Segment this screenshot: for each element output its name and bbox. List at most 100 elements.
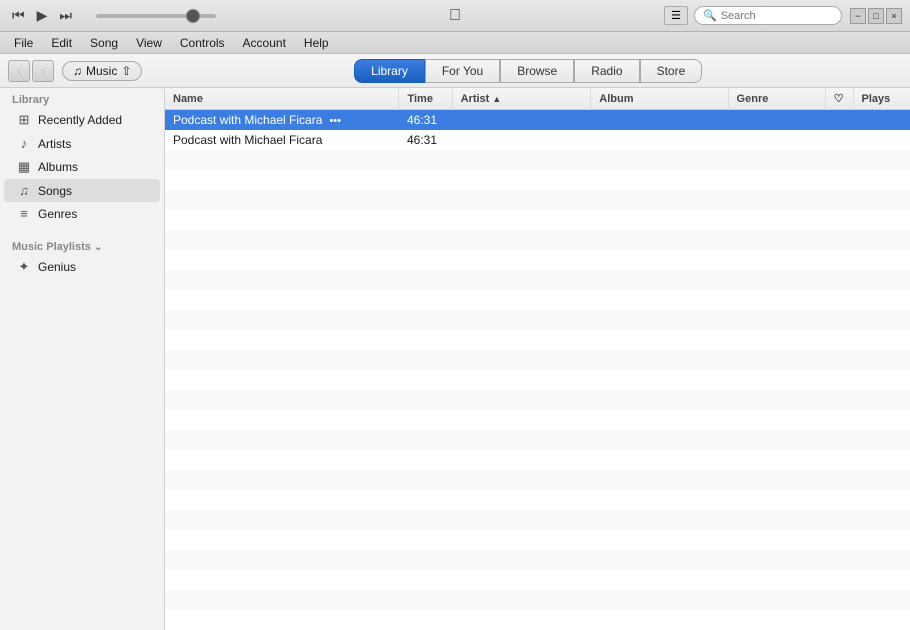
play-button[interactable]: ▶ [33,5,52,26]
tab-store[interactable]: Store [640,59,703,83]
sidebar: Library ⊞ Recently Added ♪ Artists ▦ Alb… [0,88,165,630]
menu-view[interactable]: View [128,34,170,52]
cell-album [591,110,728,130]
window-controls: − □ × [850,8,902,24]
table-row-empty [165,470,910,490]
col-header-artist[interactable]: Artist ▲ [452,88,591,110]
col-header-heart[interactable]: ♡ [825,88,853,110]
playlists-chevron: ⌄ [94,242,102,253]
title-bar-right: ☰ 🔍 [664,6,842,25]
table-row-empty [165,370,910,390]
cell-artist [452,110,591,130]
col-header-genre[interactable]: Genre [728,88,825,110]
table-row-empty [165,570,910,590]
table-row-empty [165,330,910,350]
restore-button[interactable]: □ [868,8,884,24]
table-row-empty [165,510,910,530]
sidebar-item-genres[interactable]: ≡ Genres [4,202,160,225]
table-row-empty [165,610,910,630]
table-row[interactable]: Podcast with Michael Ficara46:31 [165,130,910,150]
table-row-empty [165,530,910,550]
col-header-name[interactable]: Name [165,88,399,110]
library-section-label: Library [0,88,164,108]
progress-track[interactable] [96,14,216,18]
title-bar: ⏮ ▶ ⏭  ☰ 🔍 − □ × [0,0,910,32]
table-row-empty [165,250,910,270]
transport-controls: ⏮ ▶ ⏭ [8,5,76,26]
location-chevron: ⇧ [121,64,131,78]
menu-account[interactable]: Account [235,34,294,52]
nav-bar: ‹ › ♫ Music ⇧ Library For You Browse Rad… [0,54,910,88]
sort-arrow-icon: ▲ [492,94,501,104]
tab-library[interactable]: Library [354,59,425,83]
sidebar-label-genius: Genius [38,260,76,274]
table-row-empty [165,390,910,410]
menu-help[interactable]: Help [296,34,337,52]
progress-bar[interactable] [96,14,216,18]
close-button[interactable]: × [886,8,902,24]
location-selector[interactable]: ♫ Music ⇧ [62,61,142,81]
nav-back-button[interactable]: ‹ [8,60,30,82]
table-row-empty [165,450,910,470]
cell-genre [728,130,825,150]
location-label: Music [86,64,117,78]
sidebar-label-genres: Genres [38,207,77,221]
col-header-plays[interactable]: Plays [853,88,910,110]
tab-browse[interactable]: Browse [500,59,574,83]
genres-icon: ≡ [16,206,32,221]
nav-forward-button[interactable]: › [32,60,54,82]
cell-genre [728,110,825,130]
table-header-row: Name Time Artist ▲ Album Genre ♡ Plays [165,88,910,110]
cell-heart [825,130,853,150]
menu-toggle-button[interactable]: ☰ [664,6,688,25]
search-icon: 🔍 [703,9,717,22]
sidebar-item-artists[interactable]: ♪ Artists [4,132,160,155]
table-row-empty [165,170,910,190]
progress-thumb[interactable] [186,9,200,23]
row-dots: ••• [326,115,341,127]
main-layout: Library ⊞ Recently Added ♪ Artists ▦ Alb… [0,88,910,630]
menu-bar: File Edit Song View Controls Account Hel… [0,32,910,54]
sidebar-label-songs: Songs [38,184,72,198]
table-row-empty [165,150,910,170]
sidebar-item-songs[interactable]: ♫ Songs [4,179,160,202]
table-row-empty [165,550,910,570]
prev-button[interactable]: ⏮ [8,5,29,26]
table-row-empty [165,490,910,510]
songs-table: Name Time Artist ▲ Album Genre ♡ Plays P… [165,88,910,630]
minimize-button[interactable]: − [850,8,866,24]
menu-song[interactable]: Song [82,34,126,52]
cell-plays [853,130,910,150]
menu-file[interactable]: File [6,34,41,52]
table-row-empty [165,190,910,210]
menu-edit[interactable]: Edit [43,34,80,52]
next-button[interactable]: ⏭ [55,5,76,26]
genius-icon: ✦ [16,259,32,275]
albums-icon: ▦ [16,159,32,175]
songs-icon: ♫ [16,183,32,198]
table-row-empty [165,270,910,290]
sidebar-item-recently-added[interactable]: ⊞ Recently Added [4,108,160,132]
table-row-empty [165,430,910,450]
table-row-empty [165,410,910,430]
tab-group: Library For You Browse Radio Store [354,59,702,83]
apple-logo:  [449,7,461,25]
sidebar-item-albums[interactable]: ▦ Albums [4,155,160,179]
artists-icon: ♪ [16,136,32,151]
menu-controls[interactable]: Controls [172,34,233,52]
cell-time: 46:31 [399,130,452,150]
tab-for-you[interactable]: For You [425,59,500,83]
nav-arrows: ‹ › [8,60,54,82]
playlists-section-label: Music Playlists ⌄ [0,235,164,255]
cell-plays [853,110,910,130]
title-bar-left: ⏮ ▶ ⏭ [8,5,228,26]
col-header-album[interactable]: Album [591,88,728,110]
search-input[interactable] [721,10,833,22]
table-body: Podcast with Michael Ficara •••46:31Podc… [165,110,910,630]
tab-radio[interactable]: Radio [574,59,639,83]
sidebar-item-genius[interactable]: ✦ Genius [4,255,160,279]
table-row[interactable]: Podcast with Michael Ficara •••46:31 [165,110,910,130]
col-header-time[interactable]: Time [399,88,452,110]
sidebar-label-artists: Artists [38,137,71,151]
cell-artist [452,130,591,150]
